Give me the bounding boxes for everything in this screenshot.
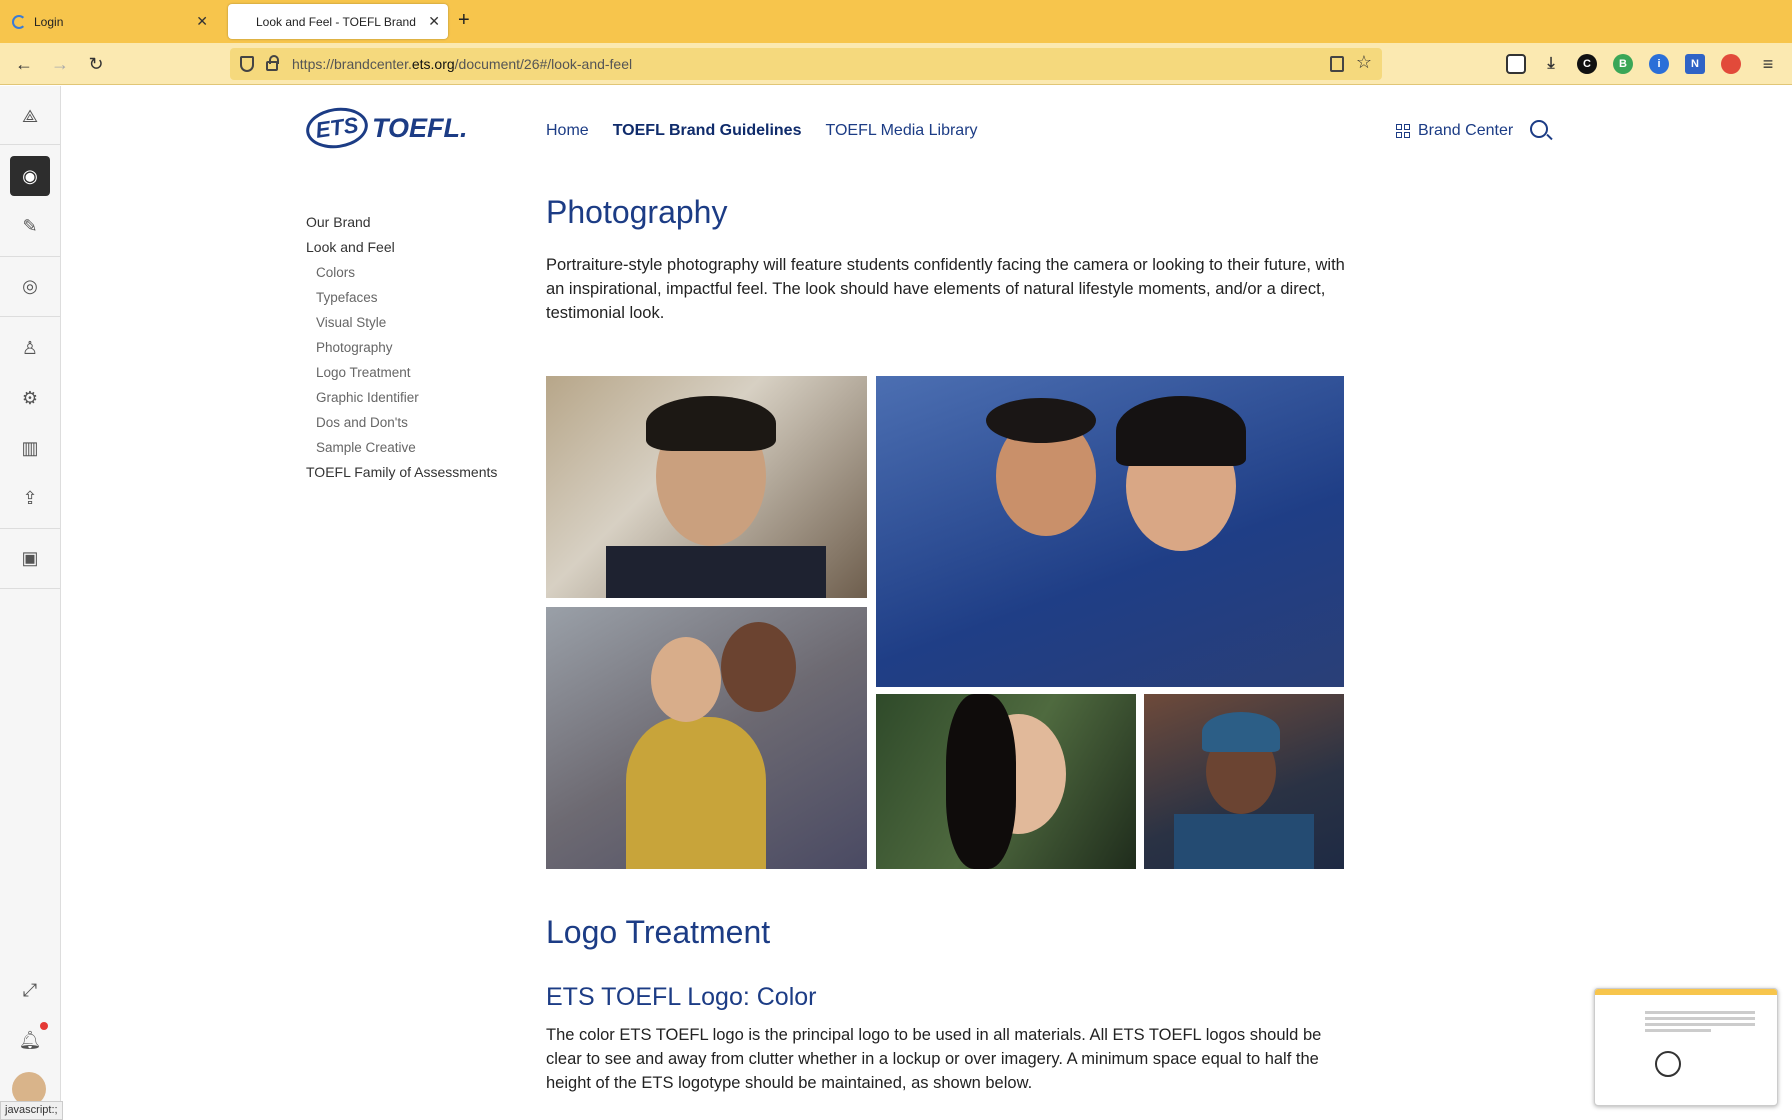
photo-selfie-friends [546, 607, 867, 869]
reload-button[interactable]: ↻ [84, 52, 108, 76]
loading-icon [12, 14, 26, 29]
app-sidebar: ⟁ ◉ ✎ ◎ ♙ ⚙ ▥ ⇪ ▣ ⤢ 🔔︎ [0, 86, 61, 1120]
divider [0, 588, 60, 589]
nav-dos-and-donts[interactable]: Dos and Don'ts [306, 410, 497, 435]
thumb-lines [1645, 1011, 1755, 1035]
logo-word: TOEFL. [372, 112, 468, 143]
user-settings-icon[interactable]: ♙ [10, 328, 50, 368]
tab-login[interactable]: Login ✕ [6, 4, 216, 39]
thumb-tabbar [1595, 989, 1777, 995]
nav-visual-style[interactable]: Visual Style [306, 310, 497, 335]
search-icon[interactable] [1530, 120, 1548, 138]
url-text[interactable]: https://brandcenter.ets.org/document/26#… [292, 56, 632, 72]
extension-c-icon[interactable]: C [1577, 54, 1597, 74]
brand-center-link[interactable]: Brand Center [1396, 122, 1513, 140]
section-title: Logo Treatment [546, 914, 771, 950]
globe-icon [1655, 1051, 1681, 1077]
pocket-icon[interactable] [1506, 54, 1526, 74]
nav-colors[interactable]: Colors [306, 260, 497, 285]
nav-brand-guidelines[interactable]: TOEFL Brand Guidelines [613, 122, 802, 140]
photo-collage [546, 376, 1348, 869]
top-nav: Home TOEFL Brand Guidelines TOEFL Media … [546, 122, 978, 140]
photo-student-beanie [1144, 694, 1344, 869]
target-icon[interactable]: ◎ [10, 266, 50, 306]
status-bar: javascript:; [0, 1101, 63, 1120]
nav-photography[interactable]: Photography [306, 335, 497, 360]
nav-typefaces[interactable]: Typefaces [306, 285, 497, 310]
divider [0, 256, 60, 257]
gear-icon[interactable]: ⚙ [10, 378, 50, 418]
page-title: Photography [546, 194, 728, 230]
ets-toefl-logo[interactable]: ETS TOEFL. [303, 103, 468, 153]
extension-color-icon[interactable] [1721, 54, 1741, 74]
extension-n-icon[interactable]: N [1685, 54, 1705, 74]
nav-bar: ← → ↻ https://brandcenter.ets.org/docume… [0, 43, 1792, 85]
briefcase-icon[interactable]: ▣ [10, 538, 50, 578]
logo-oval: ETS [303, 103, 371, 153]
expand-icon[interactable]: ⤢ [10, 970, 50, 1010]
logo-icon[interactable]: ⟁ [10, 96, 50, 136]
nav-sample-creative[interactable]: Sample Creative [306, 435, 497, 460]
lock-icon[interactable] [266, 55, 279, 71]
logo-paragraph: The color ETS TOEFL logo is the principa… [546, 1026, 1322, 1092]
edit-icon[interactable]: ✎ [10, 206, 50, 246]
menu-icon[interactable]: ≡ [1758, 54, 1778, 74]
back-button[interactable]: ← [12, 52, 36, 76]
photo-smiling-woman [876, 694, 1136, 869]
close-icon[interactable]: ✕ [196, 13, 208, 30]
grid-icon [1396, 124, 1410, 138]
share-icon[interactable]: ⇪ [10, 478, 50, 518]
password-manager-icon[interactable]: i [1649, 54, 1669, 74]
tab-label: Login [34, 14, 64, 29]
photo-cheering-students [876, 376, 1344, 687]
close-icon[interactable]: ✕ [428, 13, 440, 30]
forward-button[interactable]: → [48, 52, 72, 76]
extension-b-icon[interactable]: B [1613, 54, 1633, 74]
main-article: Photography Portraiture-style photograph… [546, 194, 1346, 325]
nav-our-brand[interactable]: Our Brand [306, 210, 497, 235]
divider [0, 316, 60, 317]
notification-dot [40, 1022, 48, 1030]
tab-bar: Login ✕ Look and Feel - TOEFL Brand Guid… [0, 0, 1792, 43]
nav-media-library[interactable]: TOEFL Media Library [825, 122, 977, 140]
chart-icon[interactable]: ▥ [10, 428, 50, 468]
screen-preview-thumbnail[interactable] [1594, 988, 1778, 1106]
brand-center-label: Brand Center [1418, 122, 1514, 139]
tab-look-and-feel[interactable]: Look and Feel - TOEFL Brand Guidelines ✕ [228, 4, 448, 39]
bookmark-star-icon[interactable]: ☆ [1356, 52, 1372, 73]
tab-label: Look and Feel - TOEFL Brand Guidelines [256, 14, 416, 29]
download-icon[interactable]: ⤓ [1541, 54, 1561, 74]
address-bar[interactable]: https://brandcenter.ets.org/document/26#… [230, 48, 1382, 80]
photo-student-glasses [546, 376, 867, 598]
left-nav: Our Brand Look and Feel Colors Typefaces… [306, 210, 497, 485]
new-tab-button[interactable]: + [458, 9, 470, 32]
subsection-title: ETS TOEFL Logo: Color [546, 983, 817, 1011]
nav-toefl-family[interactable]: TOEFL Family of Assessments [306, 460, 497, 485]
reader-view-icon[interactable] [1330, 56, 1344, 72]
intro-paragraph: Portraiture-style photography will featu… [546, 256, 1345, 322]
nav-home[interactable]: Home [546, 122, 589, 140]
divider [0, 144, 60, 145]
view-icon[interactable]: ◉ [10, 156, 50, 196]
nav-look-and-feel[interactable]: Look and Feel [306, 235, 497, 260]
shield-icon[interactable] [240, 56, 254, 72]
nav-graphic-identifier[interactable]: Graphic Identifier [306, 385, 497, 410]
nav-logo-treatment[interactable]: Logo Treatment [306, 360, 497, 385]
divider [0, 528, 60, 529]
page-content: ETS TOEFL. Home TOEFL Brand Guidelines T… [61, 86, 1792, 1120]
